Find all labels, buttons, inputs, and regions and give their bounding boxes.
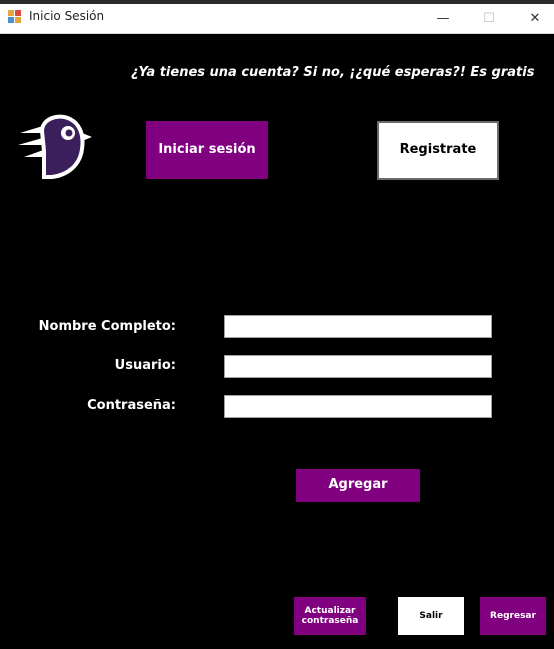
minimize-button[interactable]: — [420,4,466,32]
tagline-text: ¿Ya tienes una cuenta? Si no, ¡¿qué espe… [131,65,535,80]
exit-button[interactable]: Salir [398,597,464,635]
app-window-icon [8,10,22,24]
password-label: Contraseña: [87,398,176,413]
maximize-button[interactable]: ☐ [466,4,512,32]
window-title: Inicio Sesión [29,9,105,23]
register-button[interactable]: Registrate [377,121,499,180]
update-password-button[interactable]: Actualizar contraseña [294,597,366,635]
bird-logo-icon [18,114,92,179]
username-label: Usuario: [114,358,176,373]
fullname-field[interactable] [224,315,492,338]
fullname-label: Nombre Completo: [38,319,176,334]
close-button[interactable]: ✕ [512,4,554,32]
back-button[interactable]: Regresar [480,597,546,635]
login-button[interactable]: Iniciar sesión [146,121,268,179]
window-titlebar: Inicio Sesión — ☐ ✕ [0,0,554,34]
password-field[interactable] [224,395,492,418]
add-button[interactable]: Agregar [296,469,420,502]
username-field[interactable] [224,355,492,378]
main-panel: ¿Ya tienes una cuenta? Si no, ¡¿qué espe… [0,35,554,649]
